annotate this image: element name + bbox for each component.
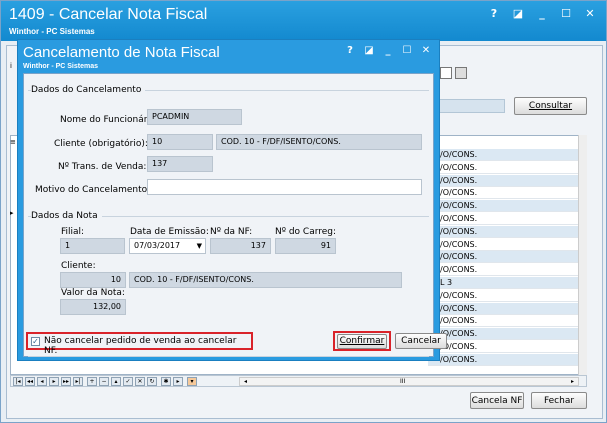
motivo-input[interactable] (147, 179, 422, 195)
calendar-icon[interactable] (455, 67, 467, 79)
cliente-obrigatorio-label: Cliente (obrigatório): (54, 139, 148, 149)
goto-icon[interactable]: ▸ (173, 377, 183, 386)
last-record-icon[interactable]: ▸| (73, 377, 83, 386)
main-title: 1409 - Cancelar Nota Fiscal (9, 6, 208, 23)
grid-row[interactable]: /O/CONS. (428, 341, 578, 353)
marker-2: ≡ (10, 138, 16, 146)
consultar-button[interactable]: Consultar (514, 97, 587, 115)
main-subtitle: Winthor - PC Sistemas (9, 27, 95, 36)
data-emissao-field[interactable]: 07/03/2017 ▼ (129, 238, 206, 254)
nf-label: Nº da NF: (210, 227, 253, 237)
grid-row[interactable]: /O/CONS. (428, 225, 578, 238)
scroll-left-icon[interactable]: ◂ (244, 378, 247, 385)
dialog-minimize-icon[interactable]: _ (383, 45, 393, 56)
nao-cancelar-pedido-option[interactable]: ✓ Não cancelar pedido de venda ao cancel… (26, 332, 253, 356)
filter-dropdown[interactable] (440, 67, 452, 79)
refresh-icon[interactable]: ↻ (147, 377, 157, 386)
cancela-nf-button[interactable]: Cancela NF (470, 392, 524, 409)
data-emissao-value: 07/03/2017 (134, 241, 181, 250)
bookmark-icon[interactable]: ✱ (161, 377, 171, 386)
group-title-nota: Dados da Nota (31, 211, 102, 221)
grid-row[interactable]: /O/CONS. (428, 239, 578, 251)
grid-row[interactable]: /O/CONS. (428, 187, 578, 200)
cancelar-button[interactable]: Cancelar (395, 333, 447, 349)
filter-icon[interactable]: ▾ (187, 377, 197, 386)
nome-funcionario-field: PCADMIN (147, 109, 242, 125)
nf-field: 137 (210, 238, 271, 254)
nao-cancelar-pedido-checkbox[interactable]: ✓ (31, 337, 40, 346)
valor-nota-field: 132,00 (60, 299, 126, 315)
scroll-thumb[interactable]: III (400, 378, 405, 385)
prev-record-icon[interactable]: ◂ (37, 377, 47, 386)
vertical-scrollbar[interactable] (578, 135, 587, 375)
footer-divider (28, 356, 429, 357)
cliente-nota-code-field: 10 (60, 272, 126, 288)
nome-funcionario-label: Nome do Funcionário: (60, 115, 159, 125)
grid-row[interactable]: /O/CONS. (428, 251, 578, 264)
dialog-close-icon[interactable]: ✕ (421, 45, 431, 56)
dialog-subtitle: Winthor - PC Sistemas (23, 63, 99, 70)
prev-page-icon[interactable]: ◂◂ (25, 377, 35, 386)
maximize-icon[interactable]: ☐ (560, 7, 572, 20)
grid-row[interactable]: /O/CONS. (428, 174, 578, 187)
grid-row[interactable]: /O/CONS. (428, 213, 578, 225)
cancel-edit-icon[interactable]: ✕ (135, 377, 145, 386)
data-emissao-label: Data de Emissão: (130, 227, 209, 237)
main-window-controls: ? ◪ _ ☐ ✕ (488, 7, 596, 20)
grid-row[interactable]: /O/CONS. (428, 290, 578, 302)
grid-row[interactable]: L 3 (428, 277, 578, 289)
cancel-dialog: Cancelamento de Nota Fiscal Winthor - PC… (17, 39, 447, 361)
motivo-label: Motivo do Cancelamento: (35, 185, 151, 195)
cliente-nota-label: Cliente: (61, 261, 96, 271)
carreg-field: 91 (275, 238, 336, 254)
dialog-restore-icon[interactable]: ◪ (364, 45, 374, 56)
dialog-help-icon[interactable]: ? (345, 45, 355, 56)
main-titlebar: 1409 - Cancelar Nota Fiscal Winthor - PC… (1, 1, 606, 41)
grid-row[interactable]: /O/CONS. (428, 162, 578, 174)
post-icon[interactable]: ✓ (123, 377, 133, 386)
dialog-title: Cancelamento de Nota Fiscal (23, 44, 220, 61)
chevron-down-icon[interactable]: ▼ (197, 239, 202, 253)
carreg-label: Nº do Carreg: (275, 227, 337, 237)
grid-row[interactable]: /O/CONS. (428, 353, 578, 366)
valor-nota-label: Valor da Nota: (61, 288, 125, 298)
search-input[interactable] (438, 99, 505, 113)
filial-field: 1 (60, 238, 125, 254)
nao-cancelar-pedido-label[interactable]: Não cancelar pedido de venda ao cancelar… (44, 336, 251, 356)
scroll-right-icon[interactable]: ▸ (571, 378, 574, 385)
help-icon[interactable]: ? (488, 7, 500, 20)
cliente-description-field: COD. 10 - F/DF/ISENTO/CONS. (216, 134, 422, 150)
restore-icon[interactable]: ◪ (512, 7, 524, 20)
fechar-button[interactable]: Fechar (531, 392, 587, 409)
grid-row[interactable]: /O/CONS. (428, 302, 578, 315)
grid-row[interactable]: /O/CONS. (428, 200, 578, 213)
insert-icon[interactable]: + (87, 377, 97, 386)
minimize-icon[interactable]: _ (536, 7, 548, 20)
confirmar-button[interactable]: Confirmar (337, 334, 387, 349)
delete-icon[interactable]: − (99, 377, 109, 386)
marker-1: i (10, 62, 12, 70)
horizontal-scrollbar[interactable]: ◂ III ▸ (239, 377, 579, 386)
marker-3: ▸ (10, 209, 14, 217)
dialog-content: Dados do Cancelamento Nome do Funcionári… (23, 73, 434, 357)
trans-venda-label: Nº Trans. de Venda: (58, 162, 147, 172)
close-icon[interactable]: ✕ (584, 7, 596, 20)
grid-row[interactable]: /O/CONS. (428, 328, 578, 341)
dialog-window-controls: ? ◪ _ ☐ ✕ (345, 45, 431, 56)
grid-row[interactable]: /O/CONS. (428, 264, 578, 277)
next-record-icon[interactable]: ▸ (49, 377, 59, 386)
first-record-icon[interactable]: |◂ (13, 377, 23, 386)
grid-row[interactable]: /O/CONS. (428, 315, 578, 328)
next-page-icon[interactable]: ▸▸ (61, 377, 71, 386)
cliente-code-field[interactable]: 10 (147, 134, 213, 150)
dialog-maximize-icon[interactable]: ☐ (402, 45, 412, 56)
group-title-cancelamento: Dados do Cancelamento (31, 85, 146, 95)
confirmar-highlight: Confirmar (333, 331, 391, 351)
edit-icon[interactable]: ▴ (111, 377, 121, 386)
filial-label: Filial: (61, 227, 85, 237)
navigation-bar: |◂ ◂◂ ◂ ▸ ▸▸ ▸| + − ▴ ✓ ✕ ↻ ✱ ▸ ▾ ◂ III … (10, 375, 587, 387)
cliente-nota-description-field: COD. 10 - F/DF/ISENTO/CONS. (129, 272, 402, 288)
trans-venda-field: 137 (147, 156, 213, 172)
grid-row[interactable]: /O/CONS. (428, 149, 578, 161)
